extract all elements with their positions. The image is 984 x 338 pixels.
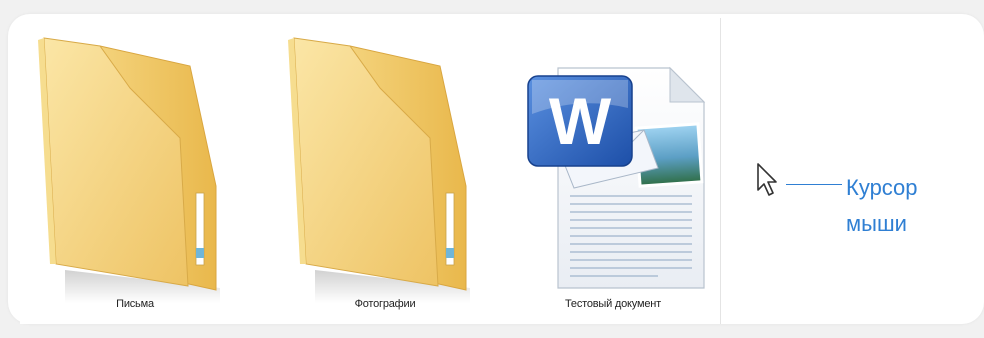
page: Письма Фотографии W Тестовый документ Ку…: [0, 0, 984, 338]
file-label: Письма: [116, 298, 154, 310]
callout-line-2: мыши: [846, 211, 907, 236]
file-label: Фотографии: [354, 298, 416, 310]
folder-icon: [288, 37, 470, 303]
file-item-letters[interactable]: Письма: [20, 18, 250, 324]
folder-icon: [38, 37, 220, 303]
file-label: Тестовый документ: [565, 298, 661, 310]
file-item-photos[interactable]: Фотографии: [270, 18, 500, 324]
svg-text:W: W: [549, 84, 612, 158]
callout-leader-line: [786, 184, 842, 185]
cursor-callout: Курсор мыши: [846, 170, 918, 242]
file-item-test-document[interactable]: W Тестовый документ: [498, 18, 728, 324]
file-explorer-view: Письма Фотографии W Тестовый документ: [20, 18, 721, 324]
mouse-cursor-icon: [752, 160, 792, 200]
word-document-icon: W: [527, 66, 706, 289]
callout-line-1: Курсор: [846, 175, 918, 200]
